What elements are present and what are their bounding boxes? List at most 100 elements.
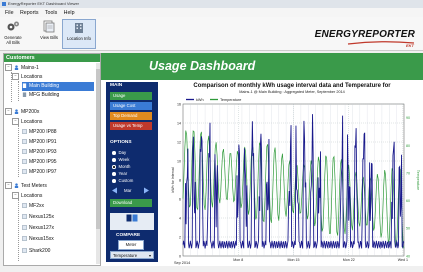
radio-icon bbox=[112, 158, 116, 162]
x-tick-label: Mon 22 bbox=[343, 258, 355, 262]
tree-node-locations[interactable]: − Locations bbox=[12, 192, 42, 201]
window-title: EnergyReporter EKT Dashboard Viewer bbox=[8, 1, 79, 6]
radio-icon bbox=[112, 179, 116, 183]
dashboard-banner: Usage Dashboard bbox=[101, 53, 423, 80]
collapse-icon[interactable]: − bbox=[5, 64, 12, 72]
y2-tick-label: 60 bbox=[406, 199, 410, 203]
tree-node-test-item[interactable]: Nexus127x bbox=[22, 224, 54, 233]
meter-button[interactable]: Meter bbox=[118, 240, 144, 250]
temperature-select[interactable]: Temperature ▾ bbox=[110, 251, 154, 259]
y2-tick-label: 80 bbox=[406, 144, 410, 148]
tree-node-locations[interactable]: − Locations bbox=[12, 118, 42, 127]
tree-node-mp-item[interactable]: MP200 IP97 bbox=[22, 168, 57, 177]
menu-reports[interactable]: Reports bbox=[20, 10, 39, 16]
page-title: Usage Dashboard bbox=[149, 59, 256, 73]
legend-label-temperature: Temperature bbox=[220, 98, 241, 102]
temperature-select-value: Temperature bbox=[113, 253, 138, 258]
tree-label: Test Meters bbox=[21, 183, 47, 189]
location-info-button[interactable]: Location Info bbox=[62, 19, 96, 49]
option-month-radio[interactable]: Month bbox=[112, 164, 130, 169]
chart-legend: kWh Temperature bbox=[186, 98, 241, 102]
tree-label: Mains-1 bbox=[21, 65, 39, 71]
compare-meters-icon bbox=[126, 214, 138, 222]
tree-node-test-item[interactable]: Shark200 bbox=[22, 247, 50, 256]
tree-node-main-building[interactable]: Main Building bbox=[22, 82, 94, 91]
generate-all-bills-button[interactable]: Generate All Bills bbox=[2, 19, 24, 47]
option-week-radio[interactable]: Week bbox=[112, 157, 129, 162]
tree-label: Main Building bbox=[29, 83, 60, 89]
x-axis-ticks: Mon 8 Mon 15 Mon 22 Wed 1 bbox=[233, 258, 408, 262]
usage-cost-button[interactable]: Usage Cost bbox=[110, 102, 152, 110]
y-tick-label: 4 bbox=[179, 216, 181, 220]
tree-label: MF2xx bbox=[29, 203, 44, 209]
scrollbar-thumb[interactable] bbox=[96, 69, 100, 229]
location-info-label: Location Info bbox=[67, 36, 91, 41]
tree-node-test-meters[interactable]: − Test Meters bbox=[5, 182, 47, 191]
tree-node-mp200x[interactable]: − MP200x bbox=[5, 108, 39, 117]
menu-tools[interactable]: Tools bbox=[45, 10, 57, 16]
meter-icon bbox=[22, 169, 27, 175]
radio-icon bbox=[112, 172, 116, 176]
tree-label: Nexus127x bbox=[29, 225, 55, 231]
usage-vs-temp-button[interactable]: Usage vs Temp bbox=[110, 122, 152, 130]
y-tick-label: 2 bbox=[179, 235, 181, 239]
tree-label: Shark200 bbox=[29, 248, 51, 254]
tree-node-mp-item[interactable]: MP200 IP95 bbox=[22, 158, 57, 167]
customer-icon bbox=[14, 65, 19, 71]
meter-icon bbox=[22, 203, 27, 209]
y2-axis-ticks: 405060708090 bbox=[406, 116, 410, 258]
building-icon bbox=[22, 92, 27, 98]
gears-icon bbox=[7, 21, 19, 31]
option-day-radio[interactable]: Day bbox=[112, 150, 126, 155]
view-bills-button[interactable]: View Bills bbox=[38, 19, 60, 47]
tree-label: MP200x bbox=[21, 109, 40, 115]
x-tick-label: Mon 8 bbox=[233, 258, 243, 262]
tree-label: MP200 IP95 bbox=[29, 159, 57, 165]
collapse-icon[interactable]: − bbox=[12, 192, 19, 200]
menu-file[interactable]: File bbox=[5, 10, 14, 16]
tree-node-mp-item[interactable]: MP200 IP91 bbox=[22, 138, 57, 147]
customer-tree-panel: Customers − Mains-1 − Locations Main Build… bbox=[3, 53, 101, 266]
tree-node-locations[interactable]: − Locations bbox=[12, 73, 42, 82]
tree-label: MP200 IP88 bbox=[29, 129, 57, 135]
tree-node-mp-item[interactable]: MP200 IP88 bbox=[22, 128, 57, 137]
usage-button[interactable]: Usage bbox=[110, 92, 152, 100]
meter-icon bbox=[22, 236, 27, 242]
sidebar-scrollbar[interactable] bbox=[96, 63, 100, 264]
tree-node-test-item[interactable]: MF2xx bbox=[22, 202, 44, 211]
y-tick-label: 16 bbox=[177, 102, 181, 106]
download-button[interactable]: Download bbox=[110, 199, 152, 207]
x-tick-label: Mon 15 bbox=[288, 258, 300, 262]
collapse-icon[interactable]: − bbox=[5, 182, 12, 190]
y-tick-label: 10 bbox=[177, 159, 181, 163]
collapse-icon[interactable]: − bbox=[12, 73, 19, 81]
tree-node-mains-1[interactable]: − Mains-1 bbox=[5, 64, 39, 73]
next-period-icon[interactable] bbox=[143, 187, 150, 194]
toolbar: Generate All Bills View Bills Location I… bbox=[0, 17, 423, 51]
tree-label: MP200 IP97 bbox=[29, 169, 57, 175]
menu-help[interactable]: Help bbox=[64, 10, 75, 16]
tree-label: MFG Building bbox=[29, 92, 60, 98]
option-custom-radio[interactable]: Custom bbox=[112, 178, 133, 183]
tree-connector bbox=[18, 81, 19, 101]
y-tick-label: 6 bbox=[179, 197, 181, 201]
tree-label: Locations bbox=[21, 119, 43, 125]
option-year-radio[interactable]: Year bbox=[112, 171, 127, 176]
bills-icon bbox=[43, 20, 55, 33]
prev-period-icon[interactable] bbox=[111, 187, 118, 194]
customer-icon bbox=[14, 109, 19, 115]
tree-node-mfg-building[interactable]: MFG Building bbox=[22, 91, 59, 100]
top-demand-button[interactable]: Top Demand bbox=[110, 112, 152, 120]
tree-node-test-item[interactable]: Nexus125x bbox=[22, 213, 54, 222]
radio-selected-icon bbox=[112, 165, 116, 169]
radio-icon bbox=[112, 151, 116, 155]
tree-node-test-item[interactable]: Nexus15xx bbox=[22, 235, 54, 244]
y-axis-label: kWh for Interval bbox=[171, 167, 175, 192]
tree-node-mp-item[interactable]: MP200 IP93 bbox=[22, 148, 57, 157]
option-label: Year bbox=[118, 171, 128, 176]
x-axis-start-label: Sep 2014 bbox=[174, 261, 190, 265]
y2-tick-label: 70 bbox=[406, 171, 410, 175]
collapse-icon[interactable]: − bbox=[5, 108, 12, 116]
collapse-icon[interactable]: − bbox=[12, 118, 19, 126]
brand-logo: ENERGYREPORTER bbox=[314, 29, 415, 40]
